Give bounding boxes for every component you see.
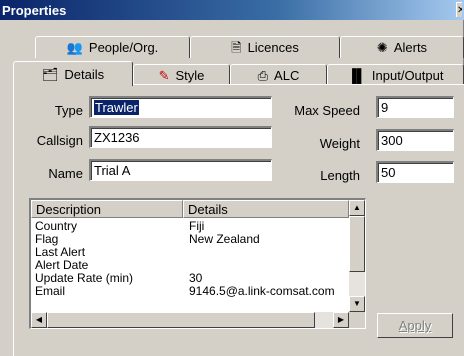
tab-style[interactable]: ✎ Style [133, 64, 230, 86]
name-field[interactable]: Trial A [89, 159, 272, 181]
callsign-field[interactable]: ZX1236 [89, 126, 272, 148]
tab-alerts[interactable]: ✺ Alerts [340, 36, 464, 58]
arrow-down-icon: ▼ [353, 299, 361, 308]
weight-value: 300 [381, 133, 403, 148]
max-speed-field[interactable]: 9 [376, 96, 454, 118]
max-speed-label: Max Speed [294, 103, 360, 118]
type-label: Type [54, 103, 83, 118]
tab-details[interactable]: 🗂 Details [13, 61, 133, 86]
input-output-icon: ▐▌ [347, 68, 366, 83]
scroll-down-button[interactable]: ▼ [349, 296, 365, 312]
window-title: Properties [2, 3, 67, 18]
tab-label: Details [64, 66, 105, 82]
arrow-left-icon: ◀ [35, 315, 43, 324]
type-value: Trawler [94, 100, 139, 115]
column-header-details[interactable]: Details [183, 200, 349, 218]
details-icon: 🗂 [41, 66, 59, 82]
row-details: New Zealand [189, 232, 260, 246]
callsign-label: Callsign [36, 133, 83, 148]
vertical-scrollbar[interactable]: ▲ ▼ [349, 200, 365, 312]
table-row[interactable]: Email 9146.5@a.link-comsat.com [31, 285, 349, 298]
scroll-left-button[interactable]: ◀ [31, 312, 47, 328]
close-icon: ✕ [457, 5, 462, 16]
row-details: 9146.5@a.link-comsat.com [189, 285, 335, 298]
tab-label: Style [175, 68, 205, 83]
weight-label: Weight [319, 136, 360, 151]
close-button[interactable]: ✕ [456, 2, 462, 17]
length-value: 50 [381, 165, 396, 180]
row-description: Update Rate (min) [35, 271, 134, 285]
length-field[interactable]: 50 [376, 161, 454, 183]
arrow-right-icon: ▶ [337, 315, 345, 324]
licence-icon: 🗎 [231, 40, 242, 55]
weight-field[interactable]: 300 [376, 129, 454, 151]
details-grid[interactable]: Description Details Country Fiji Flag Ne… [29, 198, 366, 329]
row-description: Email [35, 285, 66, 298]
arrow-up-icon: ▲ [353, 203, 361, 212]
scroll-thumb[interactable] [349, 216, 365, 272]
tab-people-org[interactable]: 👥 People/Org. [35, 36, 190, 58]
max-speed-value: 9 [381, 100, 389, 115]
alc-icon: ⎙ [257, 68, 269, 83]
tab-label: Licences [247, 40, 299, 55]
apply-label: Apply [398, 318, 432, 333]
tab-input-output[interactable]: ▐▌ Input/Output [327, 64, 464, 86]
tab-label: Input/Output [371, 68, 444, 83]
tab-licences[interactable]: 🗎 Licences [190, 36, 340, 58]
row-details: 30 [189, 271, 203, 285]
apply-button[interactable]: Apply [377, 313, 453, 338]
tab-label: People/Org. [88, 40, 159, 55]
horizontal-scroll-thumb[interactable] [47, 312, 315, 328]
column-header-description[interactable]: Description [31, 200, 183, 218]
scrollbar-corner [349, 312, 365, 328]
type-field[interactable]: Trawler [89, 96, 272, 118]
length-label: Length [320, 168, 360, 183]
tab-label: ALC [274, 68, 300, 83]
scroll-up-button[interactable]: ▲ [349, 200, 365, 216]
callsign-value: ZX1236 [94, 130, 140, 145]
style-icon: ✎ [158, 68, 170, 83]
title-bar: Properties ✕ [0, 0, 464, 20]
people-icon: 👥 [66, 40, 83, 55]
name-label: Name [48, 166, 83, 181]
horizontal-scrollbar[interactable]: ◀ ▶ [31, 312, 349, 328]
scroll-right-button[interactable]: ▶ [333, 312, 349, 328]
name-value: Trial A [94, 163, 131, 178]
tab-label: Alerts [393, 40, 428, 55]
tab-alc[interactable]: ⎙ ALC [230, 64, 327, 86]
alert-icon: ✺ [376, 40, 388, 55]
properties-window: Properties ✕ 👥 People/Org. 🗎 Licences ✺ … [0, 0, 464, 356]
